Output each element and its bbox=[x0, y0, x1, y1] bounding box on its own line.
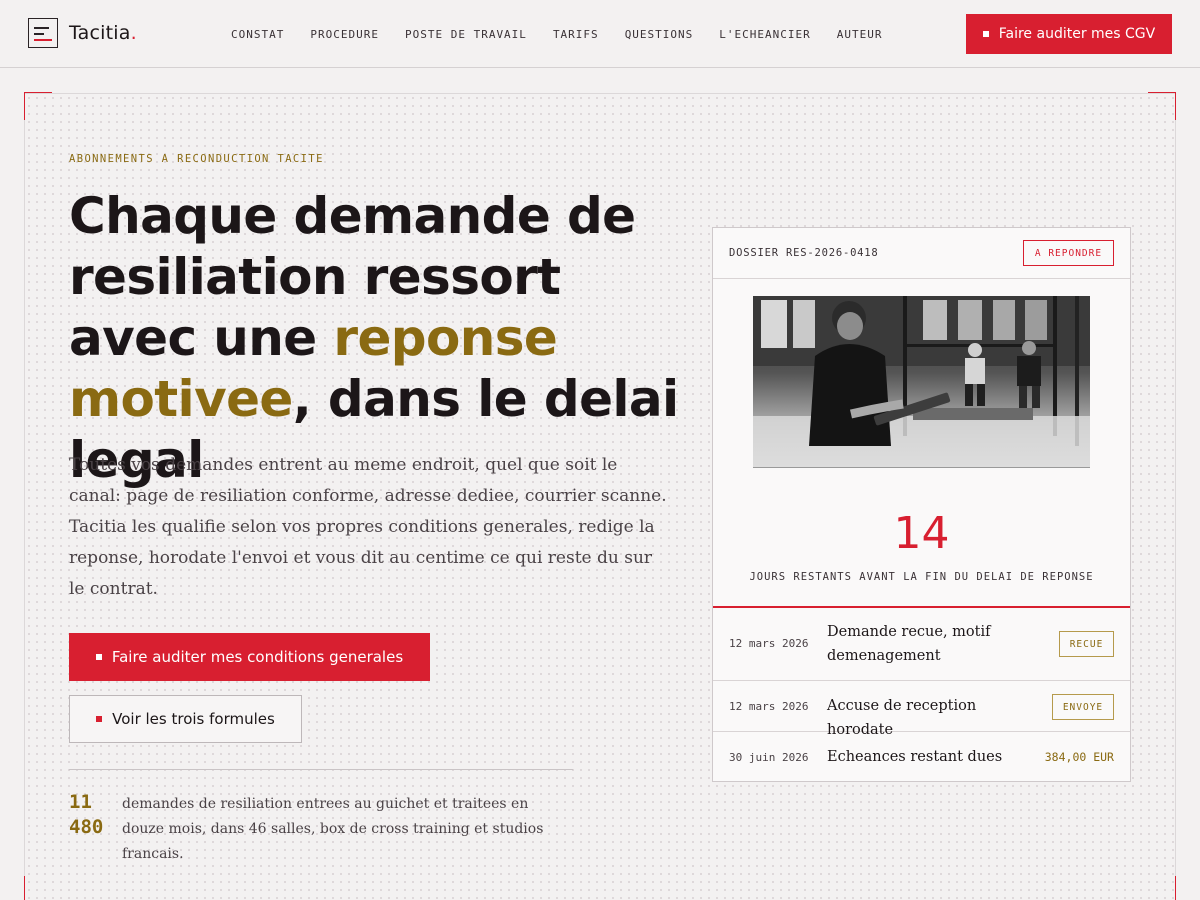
view-plans-label: Voir les trois formules bbox=[112, 710, 275, 728]
square-bullet-icon bbox=[982, 31, 989, 37]
main-nav: CONSTAT PROCEDURE POSTE DE TRAVAIL TARIF… bbox=[231, 28, 909, 41]
nav-item-procedure[interactable]: PROCEDURE bbox=[310, 28, 379, 41]
frame-corner-mark bbox=[1148, 92, 1176, 120]
audit-conditions-label: Faire auditer mes conditions generales bbox=[111, 648, 404, 666]
nav-item-constat[interactable]: CONSTAT bbox=[231, 28, 284, 41]
brand-logo[interactable]: Tacitia. bbox=[28, 18, 137, 48]
timeline-title: Echeances restant dues bbox=[827, 749, 1003, 765]
timeline-date: 12 mars 2026 bbox=[729, 637, 809, 650]
status-tag: ENVOYE bbox=[1052, 694, 1114, 720]
square-bullet-icon bbox=[95, 654, 102, 660]
stat-description: demandes de resiliation entrees au guich… bbox=[122, 796, 544, 862]
dossier-id: DOSSIER RES-2026-0418 bbox=[729, 247, 879, 259]
nav-item-auteur[interactable]: AUTEUR bbox=[837, 28, 883, 41]
status-badge: A REPONDRE bbox=[1023, 240, 1114, 266]
nav-item-tarifs[interactable]: TARIFS bbox=[553, 28, 599, 41]
timeline-row[interactable]: 30 juin 2026 Echeances restant dues 384,… bbox=[713, 732, 1130, 781]
audit-cgv-label: Faire auditer mes CGV bbox=[998, 26, 1156, 42]
top-navigation-bar: Tacitia. CONSTAT PROCEDURE POSTE DE TRAV… bbox=[0, 0, 1200, 68]
brand-dot: . bbox=[130, 22, 137, 44]
brand-name: Tacitia bbox=[69, 22, 131, 44]
dossier-card: DOSSIER RES-2026-0418 A REPONDRE 14 JOUR… bbox=[712, 227, 1131, 782]
amount-due: 384,00 EUR bbox=[1044, 750, 1114, 764]
square-bullet-icon bbox=[96, 716, 103, 722]
nav-item-echeancier[interactable]: L'ECHEANCIER bbox=[719, 28, 810, 41]
days-remaining-label: JOURS RESTANTS AVANT LA FIN DU DELAI DE … bbox=[749, 571, 1094, 583]
audit-cgv-button[interactable]: Faire auditer mes CGV bbox=[966, 14, 1172, 54]
timeline-row[interactable]: 12 mars 2026 Accuse de reception horodat… bbox=[713, 681, 1130, 738]
timeline-date: 30 juin 2026 bbox=[729, 751, 809, 764]
frame-corner-mark bbox=[24, 876, 52, 900]
hero-description: Toutes vos demandes entrent au meme endr… bbox=[69, 455, 667, 599]
audit-conditions-button[interactable]: Faire auditer mes conditions generales bbox=[69, 633, 430, 681]
brand-wordmark: Tacitia. bbox=[69, 22, 137, 44]
nav-item-questions[interactable]: QUESTIONS bbox=[625, 28, 694, 41]
timeline-title: Demande recue, motif demenagement bbox=[827, 624, 991, 664]
stat-divider bbox=[69, 769, 573, 770]
frame-corner-mark bbox=[1148, 876, 1176, 900]
hero-headline: Chaque demande de resiliation ressort av… bbox=[69, 186, 689, 491]
days-remaining-count: 14 bbox=[893, 508, 950, 559]
gym-coach-tablet-photo bbox=[753, 296, 1090, 468]
hero-eyebrow: ABONNEMENTS A RECONDUCTION TACITE bbox=[69, 153, 324, 165]
dossier-header: DOSSIER RES-2026-0418 A REPONDRE bbox=[713, 228, 1130, 279]
nav-item-poste-de-travail[interactable]: POSTE DE TRAVAIL bbox=[405, 28, 527, 41]
frame-corner-mark bbox=[24, 92, 52, 120]
timeline-date: 12 mars 2026 bbox=[729, 700, 809, 713]
view-plans-button[interactable]: Voir les trois formules bbox=[69, 695, 302, 743]
menu-lines-logo-icon bbox=[28, 18, 58, 48]
stat-number: 11 480 bbox=[69, 791, 104, 838]
status-tag: RECUE bbox=[1059, 631, 1114, 657]
timeline-row[interactable]: 12 mars 2026 Demande recue, motif demena… bbox=[713, 608, 1130, 681]
